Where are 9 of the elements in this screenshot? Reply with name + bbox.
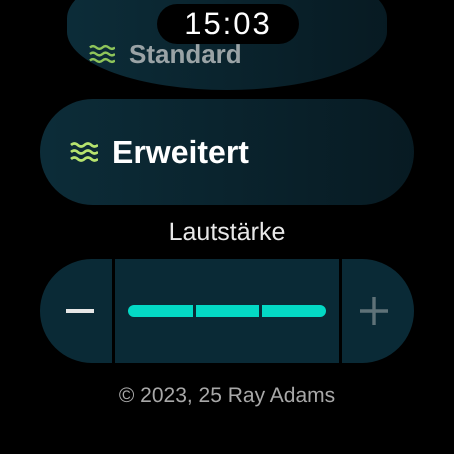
waves-icon: [70, 142, 98, 162]
waves-icon: [89, 44, 115, 64]
plus-icon: [360, 297, 388, 325]
mode-item[interactable]: Erweitert: [40, 99, 414, 205]
clock: 15:03: [157, 4, 299, 44]
volume-label: Lautstärke: [168, 218, 286, 247]
minus-icon: [66, 309, 94, 313]
copyright-text: © 2023, 25 Ray Adams: [118, 384, 336, 408]
mode-label: Erweitert: [112, 134, 249, 170]
